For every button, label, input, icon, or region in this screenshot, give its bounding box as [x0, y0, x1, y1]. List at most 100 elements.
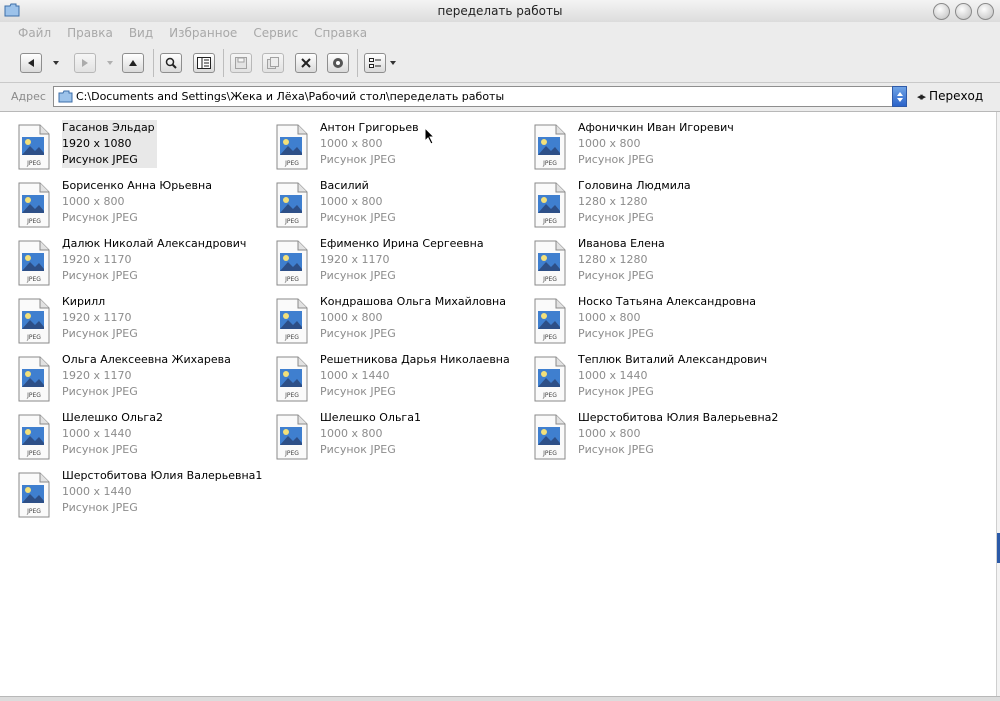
search-button[interactable] [160, 53, 182, 73]
file-name: Шелешко Ольга2 [62, 411, 163, 424]
file-item[interactable]: JPEG Шерстобитова Юлия Валерьевна1 1000 x … [4, 468, 262, 520]
file-item[interactable]: JPEG Кондрашова Ольга Михайловна 1000 x 80… [262, 294, 512, 346]
jpeg-icon-label: JPEG [284, 392, 299, 399]
menu-view[interactable]: Вид [121, 26, 161, 40]
file-item[interactable]: JPEG Далюк Николай Александрович 1920 x 11… [4, 236, 254, 288]
file-type: Рисунок JPEG [62, 269, 138, 282]
jpeg-icon-label: JPEG [284, 276, 299, 283]
toolbar-separator [153, 49, 154, 77]
properties-button[interactable] [327, 53, 349, 73]
jpeg-file-icon: JPEG [276, 240, 308, 286]
jpeg-file-icon: JPEG [534, 182, 566, 228]
jpeg-icon-label: JPEG [542, 450, 557, 457]
file-info: Афоничкин Иван Игоревич 1000 x 800 Рисунок… [578, 120, 734, 168]
file-item[interactable]: JPEG Борисенко Анна Юрьевна 1000 x 800 Рису… [4, 178, 254, 230]
jpeg-icon-label: JPEG [542, 334, 557, 341]
file-dimensions: 1000 x 800 [320, 311, 383, 324]
file-name: Борисенко Анна Юрьевна [62, 179, 212, 192]
back-history-dropdown-icon[interactable] [53, 61, 59, 65]
file-dimensions: 1000 x 800 [62, 195, 125, 208]
forward-arrow-icon [82, 59, 88, 67]
jpeg-icon-label: JPEG [284, 334, 299, 341]
file-dimensions: 1280 x 1280 [578, 253, 648, 266]
file-type: Рисунок JPEG [578, 153, 654, 166]
file-item[interactable]: JPEG Иванова Елена 1280 x 1280 Рисунок JPEG [520, 236, 770, 288]
file-info: Василий 1000 x 800 Рисунок JPEG [320, 178, 396, 226]
file-name: Кондрашова Ольга Михайловна [320, 295, 506, 308]
menu-edit[interactable]: Правка [59, 26, 121, 40]
file-info: Головина Людмила 1280 x 1280 Рисунок JPEG [578, 178, 691, 226]
file-item[interactable]: JPEG Кирилл 1920 x 1170 Рисунок JPEG [4, 294, 254, 346]
file-name: Шерстобитова Юлия Валерьевна1 [62, 469, 263, 482]
file-dimensions: 1000 x 800 [320, 137, 383, 150]
delete-button[interactable] [295, 53, 317, 73]
file-item[interactable]: JPEG Шерстобитова Юлия Валерьевна2 1000 x … [520, 410, 778, 462]
file-name: Шелешко Ольга1 [320, 411, 421, 424]
file-dimensions: 1920 x 1170 [320, 253, 390, 266]
jpeg-file-icon: JPEG [534, 298, 566, 344]
file-list[interactable]: JPEG Гасанов Эльдар 1920 x 1080 Рисунок JPE… [2, 112, 996, 696]
close-button[interactable] [977, 3, 994, 20]
file-item[interactable]: JPEG Афоничкин Иван Игоревич 1000 x 800 Рис… [520, 120, 770, 172]
file-name: Афоничкин Иван Игоревич [578, 121, 734, 134]
file-item[interactable]: JPEG Ольга Алексеевна Жихарева 1920 x 1170… [4, 352, 254, 404]
jpeg-icon-label: JPEG [26, 508, 41, 515]
jpeg-icon-label: JPEG [26, 218, 41, 225]
file-dimensions: 1000 x 800 [578, 311, 641, 324]
maximize-button[interactable] [955, 3, 972, 20]
file-item[interactable]: JPEG Ефименко Ирина Сергеевна 1920 x 1170 Р… [262, 236, 512, 288]
file-info: Теплюк Виталий Александрович 1000 x 1440 Р… [578, 352, 767, 400]
address-dropdown-button[interactable] [892, 86, 907, 107]
file-info: Кирилл 1920 x 1170 Рисунок JPEG [62, 294, 138, 342]
folders-button[interactable] [193, 53, 215, 73]
file-item[interactable]: JPEG Шелешко Ольга1 1000 x 800 Рисунок JPEG [262, 410, 512, 462]
file-type: Рисунок JPEG [320, 385, 396, 398]
file-item[interactable]: JPEG Теплюк Виталий Александрович 1000 x 1… [520, 352, 770, 404]
chevron-down-icon [896, 97, 903, 102]
views-dropdown-icon[interactable] [390, 61, 396, 65]
save-button[interactable] [230, 53, 252, 73]
file-dimensions: 1920 x 1170 [62, 369, 132, 382]
back-button[interactable] [20, 53, 42, 73]
copy-to-button[interactable] [262, 53, 284, 73]
file-item[interactable]: JPEG Головина Людмила 1280 x 1280 Рисунок J… [520, 178, 770, 230]
menu-tools[interactable]: Сервис [245, 26, 306, 40]
file-name: Ефименко Ирина Сергеевна [320, 237, 484, 250]
window-title: переделать работы [437, 4, 563, 18]
title-bar[interactable]: переделать работы [0, 0, 1000, 23]
views-button[interactable] [364, 53, 386, 73]
forward-button[interactable] [74, 53, 96, 73]
file-info: Шелешко Ольга1 1000 x 800 Рисунок JPEG [320, 410, 421, 458]
menu-help[interactable]: Справка [306, 26, 375, 40]
jpeg-file-icon: JPEG [18, 240, 50, 286]
file-name: Василий [320, 179, 369, 192]
file-item[interactable]: JPEG Решетникова Дарья Николаевна 1000 x 1… [262, 352, 512, 404]
search-icon [165, 57, 177, 69]
go-button[interactable]: ◂▸ Переход [917, 89, 983, 103]
floppy-disk-icon [235, 57, 247, 69]
jpeg-file-icon: JPEG [18, 472, 50, 518]
file-name: Иванова Елена [578, 237, 665, 250]
menu-favorites[interactable]: Избранное [161, 26, 245, 40]
file-info: Решетникова Дарья Николаевна 1000 x 1440 Р… [320, 352, 510, 400]
file-name: Носко Татьяна Александровна [578, 295, 756, 308]
jpeg-file-icon: JPEG [18, 414, 50, 460]
jpeg-icon-label: JPEG [26, 334, 41, 341]
address-input[interactable]: C:\Documents and Settings\Жека и Лёха\Ра… [53, 86, 907, 107]
forward-history-dropdown-icon[interactable] [107, 61, 113, 65]
file-item[interactable]: JPEG Шелешко Ольга2 1000 x 1440 Рисунок JPE… [4, 410, 254, 462]
file-type: Рисунок JPEG [62, 211, 138, 224]
menu-file[interactable]: Файл [0, 26, 59, 40]
file-item[interactable]: JPEG Гасанов Эльдар 1920 x 1080 Рисунок JPE… [4, 120, 254, 172]
delete-x-icon [301, 58, 311, 68]
jpeg-icon-label: JPEG [542, 392, 557, 399]
file-item[interactable]: JPEG Василий 1000 x 800 Рисунок JPEG [262, 178, 512, 230]
file-item[interactable]: JPEG Антон Григорьев 1000 x 800 Рисунок JPE… [262, 120, 512, 172]
minimize-button[interactable] [933, 3, 950, 20]
views-tiles-icon [369, 58, 381, 68]
file-name: Далюк Николай Александрович [62, 237, 247, 250]
copy-to-icon [267, 57, 279, 69]
file-item[interactable]: JPEG Носко Татьяна Александровна 1000 x 80… [520, 294, 770, 346]
up-folder-button[interactable] [122, 53, 144, 73]
jpeg-file-icon: JPEG [18, 356, 50, 402]
